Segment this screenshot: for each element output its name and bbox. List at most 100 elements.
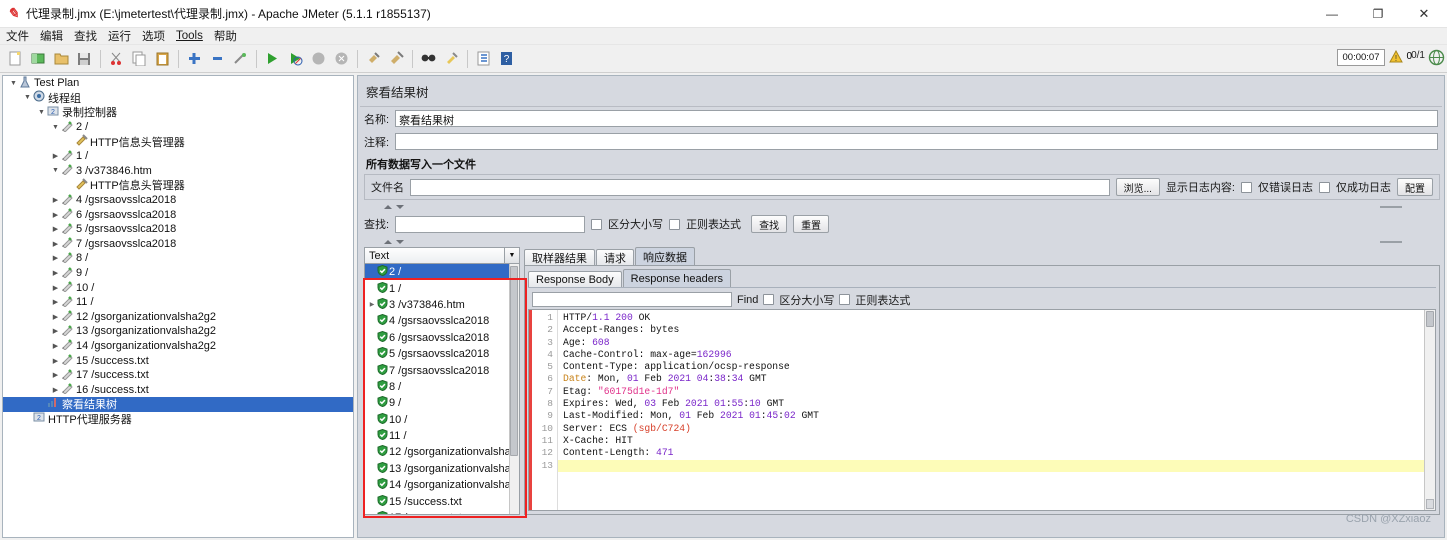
templates-icon[interactable] [27, 48, 50, 70]
results-scrollbar-thumb[interactable] [510, 266, 518, 456]
menu-item-file[interactable]: 文件 [6, 28, 29, 44]
tree-node[interactable]: ▶ 4 /gsrsaovsslca2018 [3, 193, 353, 208]
response-scrollbar[interactable] [1424, 310, 1435, 510]
tree-node[interactable]: ▶ 8 / [3, 251, 353, 266]
save-icon[interactable] [73, 48, 96, 70]
results-list[interactable]: 2 / 1 / ▶ 3 /v373846.htm 4 /gsrsaovsslca2018… [364, 264, 520, 515]
tree-node[interactable]: ▶ 5 /gsrsaovsslca2018 [3, 222, 353, 237]
main-tab-1[interactable]: 请求 [596, 249, 634, 265]
tree-node[interactable]: ▼ 2 录制控制器 [3, 105, 353, 120]
chevron-down-icon[interactable]: ▼ [37, 109, 46, 116]
chevron-right-icon[interactable]: ▶ [51, 152, 60, 160]
list-item[interactable]: 11 / [365, 428, 519, 444]
close-button[interactable]: ✕ [1401, 0, 1447, 28]
tree-node[interactable]: 察看结果树 [3, 397, 353, 412]
list-item[interactable]: 9 / [365, 395, 519, 411]
chevron-right-icon[interactable]: ▶ [51, 342, 60, 350]
tree-node[interactable]: ▼ 2 / [3, 120, 353, 135]
tree-node[interactable]: HTTP信息头管理器 [3, 134, 353, 149]
list-item[interactable]: 14 /gsorganizationvalsha2g2 [365, 477, 519, 493]
splitter-lower[interactable] [360, 237, 1442, 246]
main-tab-0[interactable]: 取样器结果 [524, 249, 595, 265]
splitter-upper[interactable] [360, 202, 1442, 211]
name-input[interactable]: 察看结果树 [395, 110, 1438, 127]
configure-button[interactable]: 配置 [1397, 178, 1433, 196]
function-helper-icon[interactable] [472, 48, 495, 70]
start-icon[interactable] [261, 48, 284, 70]
list-item[interactable]: 8 / [365, 379, 519, 395]
collapse-icon[interactable] [206, 48, 229, 70]
filename-input[interactable] [410, 178, 1110, 196]
errors-only-checkbox[interactable] [1241, 181, 1252, 193]
globe-icon[interactable] [1428, 49, 1445, 66]
sub-tab-1[interactable]: Response headers [622, 269, 732, 287]
tree-node[interactable]: ▶ 9 / [3, 266, 353, 281]
comment-input[interactable] [395, 133, 1438, 150]
toggle-icon[interactable] [229, 48, 252, 70]
chevron-right-icon[interactable]: ▶ [51, 225, 60, 233]
list-item[interactable]: ▶ 3 /v373846.htm [365, 297, 519, 313]
chevron-right-icon[interactable]: ▶ [51, 240, 60, 248]
chevron-right-icon[interactable]: ▶ [51, 386, 60, 394]
chevron-right-icon[interactable]: ▶ [51, 357, 60, 365]
list-item[interactable]: 17 /success.txt [365, 510, 519, 514]
tree-node[interactable]: ▶ 16 /success.txt [3, 382, 353, 397]
chevron-right-icon[interactable]: ▶ [51, 269, 60, 277]
chevron-right-icon[interactable]: ▶ [51, 313, 60, 321]
start-no-pause-icon[interactable] [284, 48, 307, 70]
search-input[interactable] [395, 215, 586, 233]
tree-node[interactable]: ▶ 12 /gsorganizationvalsha2g2 [3, 310, 353, 325]
tree-node[interactable]: ▶ 11 / [3, 295, 353, 310]
browse-button[interactable]: 浏览... [1115, 178, 1160, 196]
results-scrollbar[interactable] [509, 264, 519, 514]
chevron-right-icon[interactable]: ▶ [51, 298, 60, 306]
render-selector[interactable]: Text ▼ [364, 247, 520, 264]
find-case-checkbox[interactable] [763, 294, 775, 305]
tree-node[interactable]: ▶ 15 /success.txt [3, 353, 353, 368]
list-item[interactable]: 6 /gsrsaovsslca2018 [365, 330, 519, 346]
new-icon[interactable] [4, 48, 27, 70]
search-icon[interactable] [417, 48, 440, 70]
tree-node[interactable]: HTTP信息头管理器 [3, 178, 353, 193]
chevron-right-icon[interactable]: ▶ [51, 371, 60, 379]
help-icon[interactable]: ? [495, 48, 518, 70]
chevron-down-icon[interactable]: ▼ [51, 124, 60, 131]
success-only-checkbox[interactable] [1319, 181, 1330, 193]
menu-item-edit[interactable]: 编辑 [40, 28, 63, 44]
list-item[interactable]: 5 /gsrsaovsslca2018 [365, 346, 519, 362]
chevron-right-icon[interactable]: ▶ [51, 196, 60, 204]
cut-icon[interactable] [105, 48, 128, 70]
maximize-button[interactable]: ❐ [1355, 0, 1401, 28]
chevron-right-icon[interactable]: ▶ [51, 284, 60, 292]
list-item[interactable]: 13 /gsorganizationvalsha2g2 [365, 461, 519, 477]
find-input[interactable] [532, 292, 732, 307]
test-plan-tree[interactable]: ▼ Test Plan ▼ 线程组 ▼ 2 录制控制器 ▼ 2 /HTTP信息头管理器 ▶ 1 /▼… [2, 75, 354, 538]
tree-node[interactable]: ▶ 7 /gsrsaovsslca2018 [3, 237, 353, 252]
paste-icon[interactable] [151, 48, 174, 70]
tree-node[interactable]: ▼ 3 /v373846.htm [3, 164, 353, 179]
tree-node[interactable]: ▶ 1 / [3, 149, 353, 164]
search-reset-icon[interactable] [440, 48, 463, 70]
tree-node[interactable]: ▶ 10 / [3, 280, 353, 295]
menu-item-tools[interactable]: Tools [176, 30, 203, 42]
tree-node[interactable]: ▶ 17 /success.txt [3, 368, 353, 383]
find-regex-checkbox[interactable] [839, 294, 851, 305]
clear-icon[interactable] [362, 48, 385, 70]
sub-tab-0[interactable]: Response Body [528, 271, 622, 287]
open-icon[interactable] [50, 48, 73, 70]
tree-node[interactable]: ▶ 6 /gsrsaovsslca2018 [3, 207, 353, 222]
menu-item-search[interactable]: 查找 [74, 28, 97, 44]
response-headers-text[interactable]: HTTP/1.1 200 OK Accept-Ranges: bytes Age: … [558, 310, 1435, 510]
menu-item-options[interactable]: 选项 [142, 28, 165, 44]
copy-icon[interactable] [128, 48, 151, 70]
tree-node[interactable]: ▼ Test Plan [3, 76, 353, 91]
list-item[interactable]: 4 /gsrsaovsslca2018 [365, 313, 519, 329]
list-item[interactable]: 1 / [365, 280, 519, 296]
list-item[interactable]: 7 /gsrsaovsslca2018 [365, 362, 519, 378]
chevron-right-icon[interactable]: ▶ [51, 254, 60, 262]
expand-icon[interactable] [183, 48, 206, 70]
menu-item-help[interactable]: 帮助 [214, 28, 237, 44]
search-find-button[interactable]: 查找 [751, 215, 788, 233]
list-item[interactable]: 12 /gsorganizationvalsha2g2 [365, 444, 519, 460]
list-item[interactable]: 10 / [365, 412, 519, 428]
